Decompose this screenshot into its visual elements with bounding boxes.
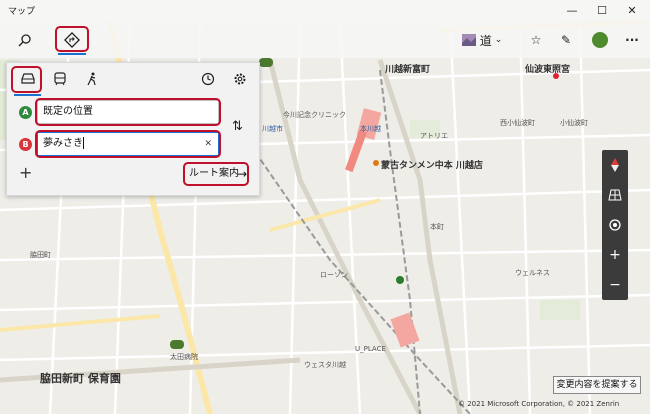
- map-label-rosun: ローソン: [320, 271, 348, 279]
- clock-icon[interactable]: [195, 67, 221, 91]
- window-title: マップ: [8, 7, 36, 17]
- directions-underline: [58, 53, 86, 55]
- tilt-grid-icon[interactable]: [602, 180, 628, 210]
- destination-badge: B: [19, 138, 32, 151]
- map-controls: + −: [602, 150, 628, 300]
- map-label-store: 蒙古タンメン中本 川越店: [381, 161, 483, 171]
- map-label-uesuto: ウェスタ川越: [304, 361, 346, 369]
- car-mode-highlight: [11, 66, 42, 93]
- chevron-down-icon: ⌄: [494, 35, 503, 45]
- favorites-icon[interactable]: ☆: [526, 27, 546, 53]
- map-style-button[interactable]: 道 ⌄: [460, 27, 504, 53]
- avatar-icon: [592, 32, 608, 48]
- map-label-water: ウェルネス: [515, 269, 550, 277]
- map-label-kawagoe-shi: 川越市: [262, 125, 283, 133]
- map-style-label: 道: [479, 33, 492, 48]
- map-label-nishiga: 西小仙波町: [500, 119, 535, 127]
- directions-panel: A 既定の位置 B 夢みさき ✕ ⇅ + ルート案内 →: [6, 62, 260, 196]
- map-label-hospital: 太田病院: [170, 353, 198, 361]
- zoom-out-button[interactable]: −: [602, 270, 628, 300]
- copyright-text: © 2021 Microsoft Corporation, © 2021 Zen…: [458, 400, 620, 408]
- suggest-changes-button[interactable]: 変更内容を提案する: [553, 376, 641, 394]
- minimize-icon[interactable]: —: [557, 1, 587, 21]
- ink-pen-icon[interactable]: ✎: [556, 27, 576, 53]
- zoom-in-button[interactable]: +: [602, 240, 628, 270]
- map-label-wakita: 脇田町: [30, 251, 51, 259]
- map-label-atelier: アトリエ: [420, 132, 448, 140]
- walk-icon[interactable]: [79, 67, 105, 91]
- close-icon[interactable]: ✕: [617, 1, 647, 21]
- title-bar: マップ — ☐ ✕: [0, 0, 650, 22]
- map-label-place: U_PLACE: [355, 345, 386, 353]
- start-highlight: [35, 98, 221, 126]
- transit-icon[interactable]: [47, 67, 73, 91]
- start-badge: A: [19, 106, 32, 119]
- compass-icon[interactable]: [602, 150, 628, 180]
- destination-highlight: [35, 130, 221, 158]
- car-mode-underline: [14, 94, 41, 96]
- map-label-hongawagoe: 本川越: [360, 125, 381, 133]
- map-label-shrine: 仙波東照宮: [525, 65, 571, 75]
- maximize-icon[interactable]: ☐: [587, 1, 617, 21]
- add-stop-icon[interactable]: +: [19, 163, 32, 182]
- map-label-nursery: 脇田新町 保育園: [40, 372, 121, 385]
- route-highlight: [183, 162, 249, 186]
- directions-highlight: [55, 26, 89, 52]
- avatar[interactable]: [590, 27, 610, 53]
- locate-icon[interactable]: [602, 210, 628, 240]
- swap-icon[interactable]: ⇅: [232, 119, 243, 134]
- map-label-station: 川越新富町: [385, 65, 431, 75]
- map-label-honmachi: 本町: [430, 223, 444, 231]
- map-label-clinic: 今川記念クリニック: [283, 111, 346, 119]
- gear-icon[interactable]: [227, 67, 253, 91]
- search-icon[interactable]: [12, 27, 38, 53]
- map-label-kobayashi: 小仙波町: [560, 119, 588, 127]
- toolbar: 道 ⌄ ☆ ✎ ···: [0, 22, 650, 58]
- more-options-button[interactable]: ···: [622, 27, 642, 53]
